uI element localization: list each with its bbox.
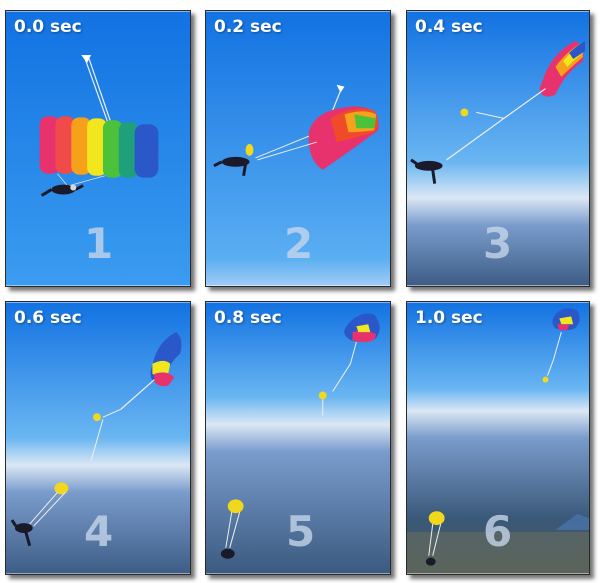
frame-number-5: 5 [286, 507, 316, 556]
time-label-3: 0.4 sec [415, 17, 483, 37]
photo-frame-2: 0.2 sec 2 [205, 10, 391, 287]
frame-number-4: 4 [84, 507, 114, 556]
time-label-5: 0.8 sec [214, 308, 282, 328]
skydiver [220, 548, 235, 559]
frame-number-6: 6 [483, 507, 513, 556]
frame-number-1: 1 [84, 219, 114, 268]
time-label-2: 0.2 sec [214, 17, 282, 37]
frame-number-3: 3 [483, 219, 513, 268]
skydiver [425, 557, 436, 566]
photo-frame-1: 0.0 sec 1 [5, 10, 191, 287]
time-label-4: 0.6 sec [14, 308, 82, 328]
photo-frame-5: 0.8 sec 5 [205, 301, 391, 575]
time-label-1: 0.0 sec [14, 17, 82, 37]
time-label-6: 1.0 sec [415, 308, 483, 328]
photo-frame-6: 1.0 sec 6 [406, 301, 590, 575]
photo-frame-4: 0.6 sec 4 [5, 301, 191, 575]
photo-frame-3: 0.4 sec 3 [406, 10, 590, 287]
frame-number-2: 2 [284, 219, 314, 268]
rainbow-canopy [39, 116, 159, 178]
